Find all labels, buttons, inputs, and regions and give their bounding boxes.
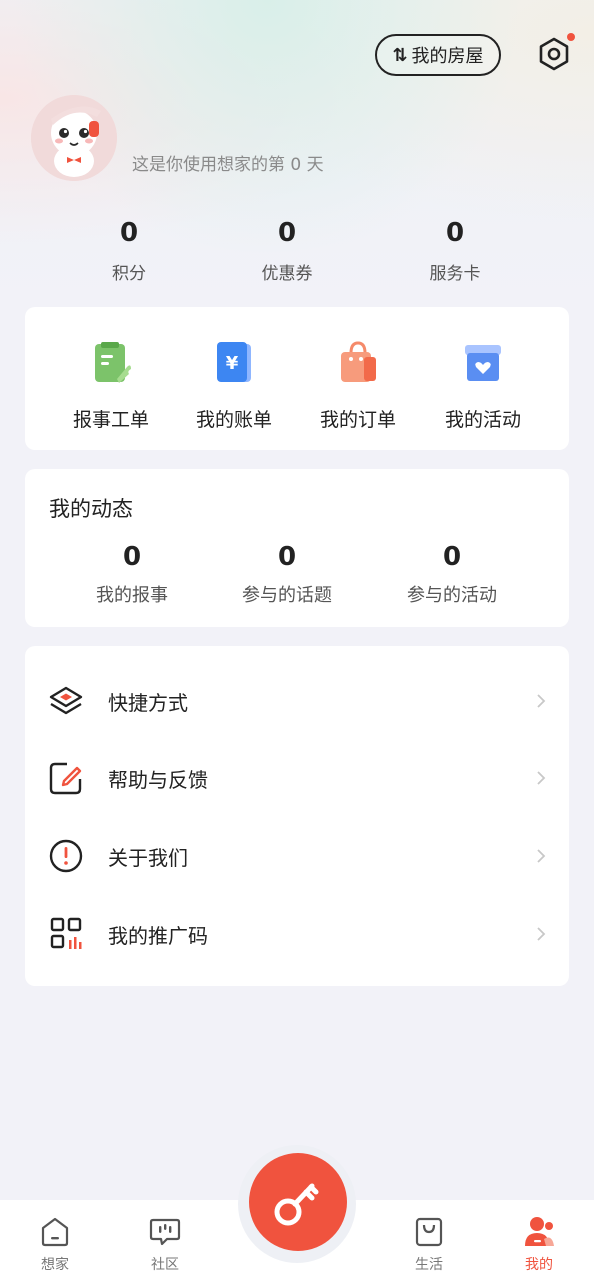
tab-community[interactable]: 社区 [130,1214,200,1274]
menu-item-help-feedback-label: 帮助与反馈 [108,767,208,792]
my-reports-stat[interactable]: 0 我的报事 [62,541,202,607]
activity-box-icon [465,345,501,381]
my-house-label: 我的房屋 [411,46,484,67]
tab-home[interactable]: 想家 [20,1214,90,1274]
tab-home-label: 想家 [41,1257,69,1273]
avatar[interactable] [31,95,117,181]
tab-life-label: 生活 [415,1257,443,1273]
joined-topics-value: 0 [277,542,297,572]
my-dynamics-title: 我的动态 [49,497,133,521]
points-value: 0 [119,218,139,248]
tab-community-label: 社区 [151,1257,179,1273]
svg-text:¥: ¥ [226,353,239,374]
quick-my-orders[interactable]: 我的订单 [298,339,418,432]
quick-repair-order[interactable]: 报事工单 [51,339,171,432]
my-dynamics-card: 我的动态 0 我的报事 0 参与的话题 0 参与的活动 [25,469,569,627]
qrcode-icon [50,917,82,949]
chevron-right-icon [537,849,546,863]
menu-item-about-us-label: 关于我们 [108,845,188,870]
service-cards-label: 服务卡 [429,264,481,284]
joined-activities-stat[interactable]: 0 参与的活动 [382,541,522,607]
key-button[interactable] [249,1153,347,1251]
layers-icon [49,686,83,715]
settings-button[interactable] [536,33,575,72]
chevron-right-icon [537,694,546,708]
shopping-bag-icon [341,341,376,382]
chevron-right-icon [537,771,546,785]
menu-item-shortcuts-label: 快捷方式 [108,690,188,715]
quick-actions-card: 报事工单 ¥ 我的账单 我的订单 我的活动 [25,307,569,450]
quick-my-orders-label: 我的订单 [319,409,396,431]
bag-icon [415,1217,443,1247]
quick-my-activities-label: 我的活动 [444,409,521,431]
tab-life[interactable]: 生活 [394,1214,464,1274]
joined-topics-label: 参与的话题 [242,585,332,606]
quick-my-bills[interactable]: ¥ 我的账单 [174,339,294,432]
profile-icon [525,1217,554,1246]
my-house-button[interactable]: ⇅ 我的房屋 [375,34,501,76]
coupons-value: 0 [277,218,297,248]
joined-topics-stat[interactable]: 0 参与的话题 [217,541,357,607]
edit-icon [49,762,82,795]
quick-my-activities[interactable]: 我的活动 [423,339,543,432]
hexagon-settings-icon [539,37,569,71]
quick-my-bills-label: 我的账单 [195,409,272,431]
menu-item-help-feedback[interactable]: 帮助与反馈 [25,748,569,808]
key-icon [274,1183,319,1226]
service-cards-stat[interactable]: 0 服务卡 [395,215,515,284]
my-reports-label: 我的报事 [96,585,168,606]
service-cards-value: 0 [445,218,465,248]
coupons-stat[interactable]: 0 优惠券 [227,215,347,284]
menu-item-about-us[interactable]: 关于我们 [25,826,569,886]
repair-order-icon [95,342,131,383]
chat-icon [149,1218,181,1246]
swap-icon: ⇅ [392,44,407,66]
my-reports-value: 0 [122,542,142,572]
joined-activities-value: 0 [442,542,462,572]
joined-activities-label: 参与的活动 [407,585,497,606]
settings-menu-card: 快捷方式 帮助与反馈 关于我们 我的推广码 [25,646,569,986]
chevron-right-icon [537,927,546,941]
menu-item-promo-code[interactable]: 我的推广码 [25,904,569,964]
points-label: 积分 [112,264,146,284]
tab-mine-label: 我的 [525,1257,553,1273]
tab-mine[interactable]: 我的 [504,1214,574,1274]
coupons-label: 优惠券 [261,264,313,284]
info-icon [49,839,83,873]
menu-item-promo-code-label: 我的推广码 [108,923,208,948]
usage-days-text: 这是你使用想家的第 0 天 [132,155,324,175]
menu-item-shortcuts[interactable]: 快捷方式 [25,671,569,731]
bill-icon: ¥ [217,342,251,382]
points-stat[interactable]: 0 积分 [69,215,189,284]
home-icon [41,1217,69,1247]
quick-repair-order-label: 报事工单 [72,409,149,431]
notification-dot [567,33,575,41]
